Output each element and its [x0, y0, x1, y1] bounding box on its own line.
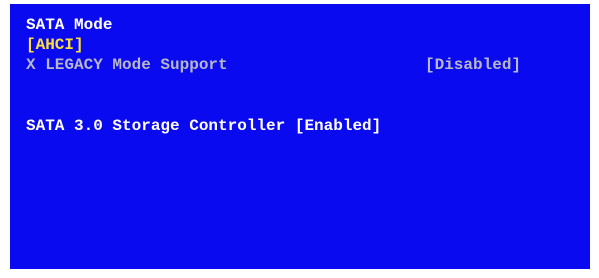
- sata-mode-value[interactable]: [AHCI]: [26, 36, 84, 54]
- bios-settings-panel: SATA Mode [AHCI] X LEGACY Mode Support […: [10, 4, 590, 269]
- legacy-mode-support-value[interactable]: [Disabled]: [425, 56, 521, 74]
- legacy-mode-support-label: X LEGACY Mode Support: [26, 56, 228, 74]
- sata-mode-label: SATA Mode: [26, 16, 113, 34]
- sata3-storage-controller-setting[interactable]: SATA 3.0 Storage Controller [Enabled]: [26, 117, 381, 135]
